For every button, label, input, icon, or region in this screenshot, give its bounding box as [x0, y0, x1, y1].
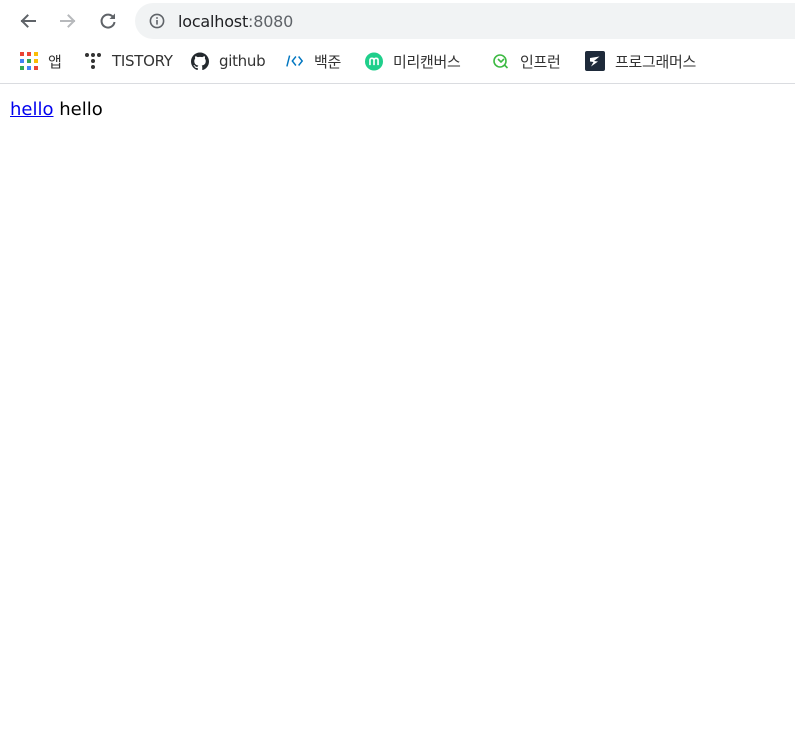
bookmark-label: TISTORY — [112, 52, 173, 70]
hello-link[interactable]: hello — [10, 99, 54, 120]
bookmark-github[interactable]: github — [191, 42, 266, 80]
bookmark-label: 앱 — [48, 52, 62, 71]
apps-grid-icon — [20, 52, 38, 70]
reload-button[interactable] — [93, 6, 123, 36]
bookmark-inflearn[interactable]: 인프런 — [492, 42, 561, 80]
info-icon — [149, 13, 165, 29]
programmers-icon — [585, 51, 605, 71]
bookmark-baekjoon[interactable]: 백준 — [286, 42, 341, 80]
back-button[interactable] — [13, 6, 43, 36]
reload-icon — [100, 13, 116, 29]
back-arrow-icon — [20, 14, 36, 28]
url-host: localhost — [178, 12, 249, 31]
forward-button[interactable] — [53, 6, 83, 36]
bookmark-label: github — [219, 52, 266, 70]
tistory-icon — [84, 52, 102, 70]
miricanvas-icon — [365, 52, 383, 70]
bookmark-tistory[interactable]: TISTORY — [84, 42, 173, 80]
bookmark-programmers[interactable]: 프로그래머스 — [585, 42, 696, 80]
baekjoon-icon — [286, 52, 304, 70]
browser-toolbar: localhost:8080 — [0, 0, 795, 42]
bookmark-label: 백준 — [314, 52, 342, 71]
bookmark-apps[interactable]: 앱 — [20, 42, 62, 80]
bookmark-miricanvas[interactable]: 미리캔버스 — [365, 42, 461, 80]
bookmark-label: 인프런 — [520, 52, 561, 71]
url-port: :8080 — [248, 12, 294, 31]
page-content: hello hello — [10, 99, 103, 120]
bookmarks-bar: 앱 TISTORY github 백준 미리캔버스 인프런 프로그래머스 — [0, 42, 795, 84]
inflearn-icon — [492, 52, 510, 70]
forward-arrow-icon — [60, 14, 76, 28]
hello-text: hello — [59, 99, 103, 120]
address-bar[interactable]: localhost:8080 — [135, 3, 795, 39]
bookmark-label: 프로그래머스 — [615, 52, 697, 71]
bookmark-label: 미리캔버스 — [393, 52, 461, 71]
github-icon — [191, 52, 209, 70]
url-text: localhost:8080 — [178, 12, 293, 31]
